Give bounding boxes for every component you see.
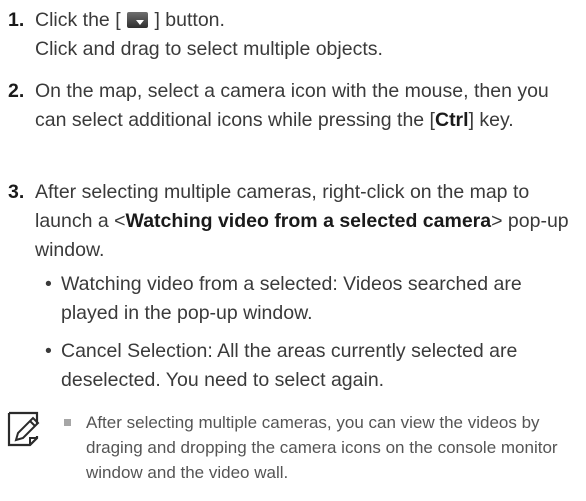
step-body: After selecting multiple cameras, right-…: [35, 178, 578, 265]
note-text: After selecting multiple cameras, you ca…: [86, 413, 558, 482]
step-3: 3. After selecting multiple cameras, rig…: [8, 178, 578, 395]
step-text: Click the [: [35, 9, 121, 31]
step-body: On the map, select a camera icon with th…: [35, 77, 578, 135]
bullet-item: Cancel Selection: All the areas currentl…: [45, 337, 578, 395]
step-3-bullets: Watching video from a selected: Videos s…: [45, 270, 578, 395]
ctrl-key: Ctrl: [434, 109, 469, 131]
selection-button-icon: [127, 12, 149, 28]
bullet-item: Watching video from a selected: Videos s…: [45, 270, 578, 328]
step-number: 2.: [8, 80, 25, 102]
popup-window-name: Watching video from a selected camera: [125, 210, 492, 232]
step-number: 1.: [8, 9, 25, 31]
step-1: 1. Click the [ ] button. Click and drag …: [8, 6, 578, 64]
step-body: Click the [ ] button. Click and drag to …: [35, 6, 578, 64]
step-number: 3.: [8, 181, 25, 203]
step-1-line-2: Click and drag to select multiple object…: [35, 38, 383, 60]
note-pencil-icon: [7, 411, 40, 447]
step-2: 2. On the map, select a camera icon with…: [8, 77, 578, 135]
step-text: ] key.: [468, 109, 514, 131]
note-bullet-square: [64, 419, 71, 426]
step-text: ] button.: [154, 9, 225, 31]
step-1-line-1: Click the [ ] button.: [35, 6, 578, 35]
